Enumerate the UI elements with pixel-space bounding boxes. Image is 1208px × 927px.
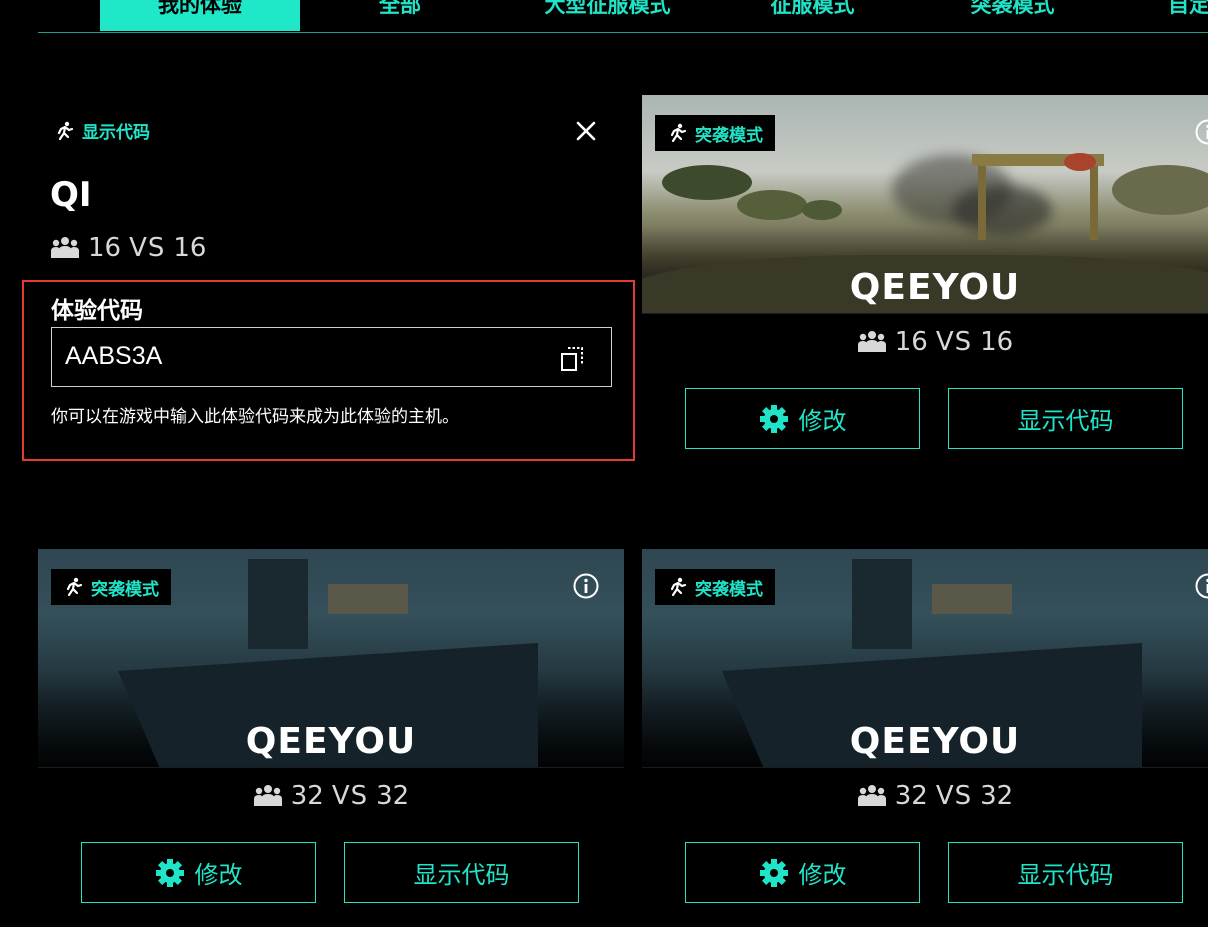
gear-icon — [155, 858, 184, 887]
team-b-count: 16 — [980, 327, 1014, 357]
players-icon — [857, 785, 886, 806]
team-a-count: 16 — [894, 327, 928, 357]
team-a-count: 32 — [290, 781, 324, 811]
tab-all[interactable]: 全部 — [350, 0, 450, 31]
scenery-tree — [802, 200, 842, 220]
card-image-aircraft-carrier: 突袭模式 QEEYOU — [642, 549, 1208, 767]
tab-conquest[interactable]: 征服模式 — [745, 0, 880, 31]
tab-rush[interactable]: 突袭模式 — [945, 0, 1080, 31]
experience-detail-panel: 显示代码 QI 16 VS 16 体验代码 AABS3A 你可以在游戏中输入此体… — [0, 95, 640, 475]
card-divider — [642, 313, 1208, 314]
scenery-tree — [662, 165, 752, 200]
scenery-tree — [737, 190, 807, 220]
vs-label: VS — [331, 781, 369, 811]
info-icon[interactable] — [1194, 572, 1208, 600]
experience-code-field[interactable]: AABS3A — [51, 327, 612, 387]
edit-button[interactable]: 修改 — [81, 842, 316, 903]
edit-button[interactable]: 修改 — [685, 842, 920, 903]
running-person-icon — [670, 123, 687, 143]
team-b-count: 16 — [173, 233, 207, 263]
close-icon[interactable] — [572, 117, 600, 145]
card-title: QEEYOU — [849, 267, 1021, 308]
vs-label: VS — [129, 233, 166, 263]
mode-badge: 突袭模式 — [51, 569, 171, 605]
edit-button-label: 修改 — [194, 861, 243, 889]
experience-title: QI — [50, 175, 92, 215]
experience-card[interactable]: 突袭模式 QEEYOU 16 VS 16 修改 显示代码 — [642, 95, 1208, 460]
show-code-button-label: 显示代码 — [413, 861, 510, 889]
team-size: 16 VS 16 — [642, 327, 1208, 357]
vs-label: VS — [935, 781, 973, 811]
card-title: QEEYOU — [849, 721, 1021, 762]
vs-label: VS — [935, 327, 973, 357]
mode-badge-label: 突袭模式 — [695, 579, 763, 600]
edit-button-label: 修改 — [798, 861, 847, 889]
scenery-ship-tower — [852, 559, 912, 649]
mode-badge: 突袭模式 — [655, 569, 775, 605]
panel-mode-row: 显示代码 — [54, 118, 150, 143]
show-code-button[interactable]: 显示代码 — [344, 842, 579, 903]
scenery-vehicle — [328, 584, 408, 614]
tab-large-conquest[interactable]: 大型征服模式 — [515, 0, 700, 31]
card-image-desert-outpost: 突袭模式 QEEYOU — [642, 95, 1208, 313]
info-icon[interactable] — [1194, 118, 1208, 146]
experience-card[interactable]: 突袭模式 QEEYOU 32 VS 32 修改 显示代码 — [642, 549, 1208, 914]
team-a-count: 16 — [88, 233, 122, 263]
tab-bar: 我的体验 全部 大型征服模式 征服模式 突袭模式 自定 — [0, 0, 1208, 33]
running-person-icon — [670, 577, 687, 597]
card-image-aircraft-carrier: 突袭模式 QEEYOU — [38, 549, 624, 767]
players-icon — [253, 785, 282, 806]
edit-button[interactable]: 修改 — [685, 388, 920, 449]
scenery-ship-tower — [248, 559, 308, 649]
code-hint-text: 你可以在游戏中输入此体验代码来成为此体验的主机。 — [51, 407, 459, 427]
players-icon — [51, 237, 79, 258]
team-b-count: 32 — [376, 781, 410, 811]
mode-badge: 突袭模式 — [655, 115, 775, 151]
scenery-vehicle — [932, 584, 1012, 614]
gear-icon — [759, 858, 788, 887]
experience-card[interactable]: 突袭模式 QEEYOU 32 VS 32 修改 显示代码 — [38, 549, 624, 914]
scenery-gate — [972, 153, 1104, 240]
team-a-count: 32 — [894, 781, 928, 811]
running-person-icon — [57, 121, 74, 140]
mode-badge-label: 突袭模式 — [695, 125, 763, 146]
code-label: 体验代码 — [51, 298, 143, 324]
tab-custom[interactable]: 自定 — [1168, 0, 1208, 31]
experience-code-section: 体验代码 AABS3A 你可以在游戏中输入此体验代码来成为此体验的主机。 — [22, 280, 635, 461]
show-code-button-label: 显示代码 — [1017, 407, 1114, 435]
running-person-icon — [66, 577, 83, 597]
tab-bar-underline — [38, 32, 1208, 33]
panel-mode-label: 显示代码 — [82, 123, 150, 143]
tab-my-experiences[interactable]: 我的体验 — [100, 0, 300, 31]
team-size: 32 VS 32 — [642, 781, 1208, 811]
players-icon — [857, 331, 886, 352]
info-icon[interactable] — [572, 572, 600, 600]
card-title: QEEYOU — [245, 721, 417, 762]
edit-button-label: 修改 — [798, 407, 847, 435]
show-code-button-label: 显示代码 — [1017, 861, 1114, 889]
experience-code-value[interactable]: AABS3A — [65, 342, 162, 371]
show-code-button[interactable]: 显示代码 — [948, 388, 1183, 449]
card-divider — [38, 767, 624, 768]
copy-icon[interactable] — [559, 344, 587, 374]
team-size: 32 VS 32 — [38, 781, 624, 811]
show-code-button[interactable]: 显示代码 — [948, 842, 1183, 903]
mode-badge-label: 突袭模式 — [91, 579, 159, 600]
team-b-count: 32 — [980, 781, 1014, 811]
team-size: 16 VS 16 — [50, 233, 206, 263]
gear-icon — [759, 404, 788, 433]
card-divider — [642, 767, 1208, 768]
scenery-hill — [1112, 165, 1208, 215]
